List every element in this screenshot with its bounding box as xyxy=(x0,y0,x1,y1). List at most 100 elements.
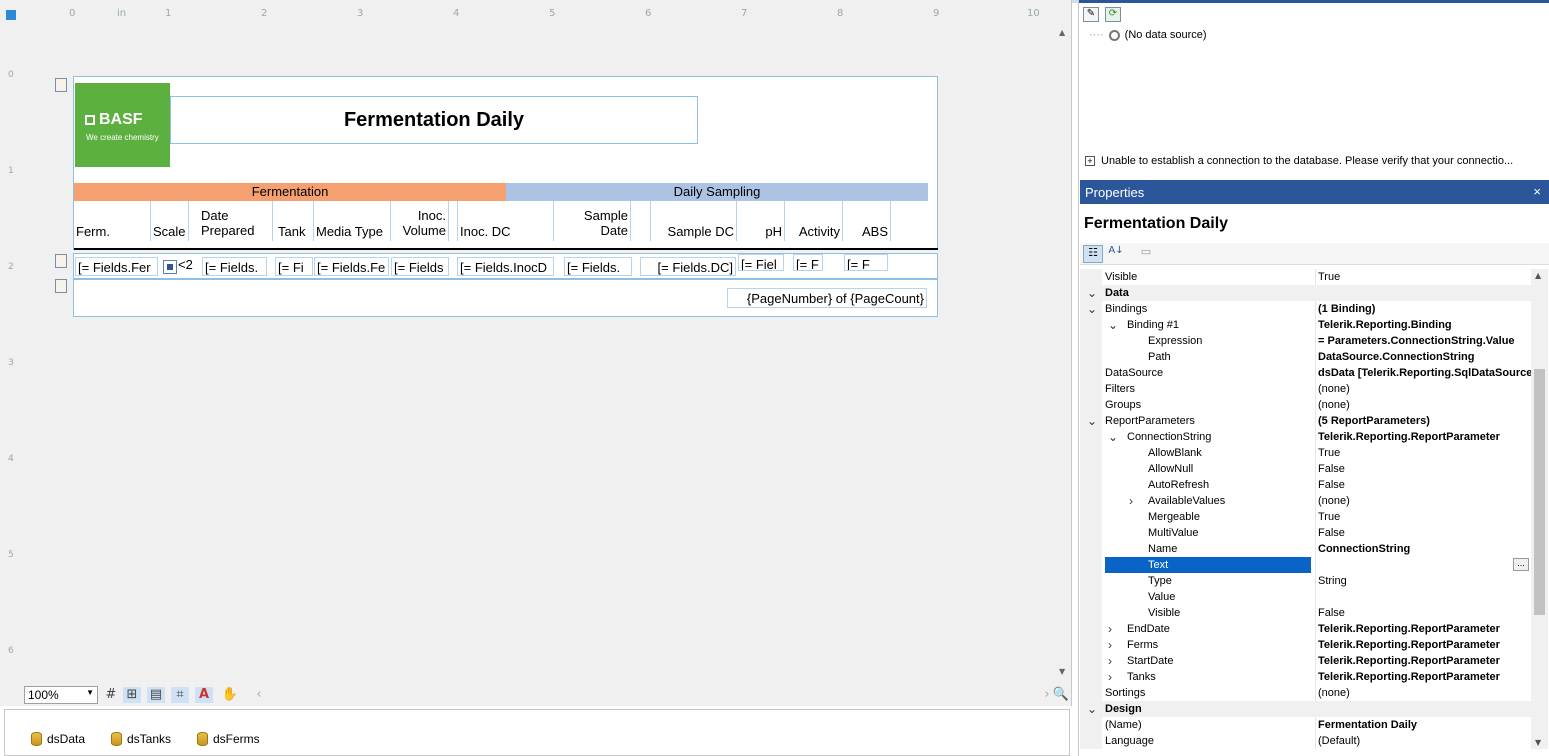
property-value[interactable]: True xyxy=(1315,509,1531,525)
property-value[interactable]: Telerik.Reporting.ReportParameter xyxy=(1315,429,1531,445)
property-row[interactable]: (Name) Fermentation Daily xyxy=(1080,717,1531,733)
property-row[interactable]: Language (Default) xyxy=(1080,733,1531,749)
grid-icon[interactable]: # xyxy=(102,687,120,703)
property-name[interactable]: ReportParameters xyxy=(1105,413,1311,429)
ellipsis-button[interactable]: ... xyxy=(1513,558,1529,571)
page-number-textbox[interactable]: {PageNumber} of {PageCount} xyxy=(727,288,927,308)
property-value[interactable]: True xyxy=(1315,445,1531,461)
column-header[interactable]: Scale xyxy=(151,201,189,241)
property-value[interactable]: DataSource.ConnectionString xyxy=(1315,349,1531,365)
detail-textbox[interactable]: <2 xyxy=(178,257,198,276)
property-row[interactable]: Binding #1 ⌄ Telerik.Reporting.Binding xyxy=(1080,317,1531,333)
page-header-section-icon[interactable] xyxy=(55,78,67,92)
design-canvas[interactable]: BASF We create chemistry Fermentation Da… xyxy=(22,26,1057,678)
column-header[interactable]: Date Prepared xyxy=(199,201,273,241)
property-name[interactable]: Value xyxy=(1105,589,1311,605)
property-row[interactable]: Text... xyxy=(1080,557,1531,573)
property-value[interactable]: Telerik.Reporting.ReportParameter xyxy=(1315,669,1531,685)
column-header[interactable]: ABS xyxy=(843,201,891,241)
snap-to-grid-icon[interactable]: ⊞ xyxy=(123,687,141,703)
property-name[interactable]: AutoRefresh xyxy=(1105,477,1311,493)
property-value[interactable] xyxy=(1315,557,1531,573)
checkbox-icon[interactable] xyxy=(163,260,177,274)
detail-textbox[interactable]: [= F xyxy=(793,254,823,271)
property-row[interactable]: AutoRefresh False xyxy=(1080,477,1531,493)
property-category[interactable]: Design ⌄ xyxy=(1080,701,1531,717)
property-pages-icon[interactable]: ▭ xyxy=(1136,245,1156,263)
property-value[interactable]: (none) xyxy=(1315,397,1531,413)
property-grid[interactable]: Visible True Data ⌄ Bindings ⌄ (1 Binding) Bind… xyxy=(1080,269,1531,749)
property-category[interactable]: Data ⌄ xyxy=(1080,285,1531,301)
collapse-chevron-icon[interactable]: ⌄ xyxy=(1108,429,1118,445)
property-value[interactable]: True xyxy=(1315,269,1531,285)
property-name[interactable]: Type xyxy=(1105,573,1311,589)
property-value[interactable]: (Default) xyxy=(1315,733,1531,749)
group-header-daily-sampling[interactable]: Daily Sampling xyxy=(506,183,928,201)
zoom-search-icon[interactable]: 🔍 xyxy=(1052,687,1070,703)
property-row[interactable]: Tanks › Telerik.Reporting.ReportParameter xyxy=(1080,669,1531,685)
property-row[interactable]: StartDate › Telerik.Reporting.ReportParame… xyxy=(1080,653,1531,669)
column-header[interactable]: Inoc. Volume xyxy=(391,201,449,241)
property-name[interactable]: Mergeable xyxy=(1105,509,1311,525)
detail-textbox[interactable]: [= Fields xyxy=(391,257,449,276)
datasource-item[interactable]: dsTanks xyxy=(111,732,171,746)
property-name[interactable]: Groups xyxy=(1105,397,1311,413)
property-row[interactable]: Ferms › Telerik.Reporting.ReportParameter xyxy=(1080,637,1531,653)
property-value[interactable]: (none) xyxy=(1315,493,1531,509)
categorized-icon[interactable]: ☷ xyxy=(1083,245,1103,263)
edit-expression-icon[interactable]: ✎ xyxy=(1083,7,1099,22)
property-name[interactable]: DataSource xyxy=(1105,365,1311,381)
property-row[interactable]: Groups (none) xyxy=(1080,397,1531,413)
connection-error-node[interactable]: + Unable to establish a connection to th… xyxy=(1085,155,1545,167)
column-header[interactable]: Inoc. DC xyxy=(457,201,554,241)
property-value[interactable]: Telerik.Reporting.ReportParameter xyxy=(1315,653,1531,669)
column-header[interactable]: Sample Date xyxy=(554,201,631,241)
property-name[interactable]: Path xyxy=(1105,349,1311,365)
scroll-down-icon[interactable]: ▼ xyxy=(1535,738,1541,747)
detail-textbox[interactable]: [= Fields.Fer xyxy=(75,257,158,276)
collapse-chevron-icon[interactable]: ⌄ xyxy=(1087,301,1097,317)
property-value[interactable]: (none) xyxy=(1315,685,1531,701)
refresh-icon[interactable]: ⟳ xyxy=(1105,7,1121,22)
property-value[interactable]: Fermentation Daily xyxy=(1315,717,1531,733)
detail-textbox[interactable]: [= Fields.DC] xyxy=(640,257,736,276)
column-header[interactable]: Activity xyxy=(785,201,843,241)
property-row[interactable]: Bindings ⌄ (1 Binding) xyxy=(1080,301,1531,317)
property-row[interactable]: Visible True xyxy=(1080,269,1531,285)
detail-section-icon[interactable] xyxy=(55,254,67,268)
property-name[interactable]: Name xyxy=(1105,541,1311,557)
font-tool-icon[interactable]: A xyxy=(195,687,213,703)
zoom-select[interactable]: 100% ▼ xyxy=(24,686,98,704)
scroll-up-icon[interactable]: ▲ xyxy=(1535,271,1541,280)
basf-logo[interactable]: BASF We create chemistry xyxy=(75,83,170,167)
detail-textbox[interactable]: [= Fields.InocD xyxy=(457,257,554,276)
property-row[interactable]: AllowNull False xyxy=(1080,461,1531,477)
detail-textbox[interactable]: [= Fi xyxy=(275,257,313,276)
property-name[interactable]: Sortings xyxy=(1105,685,1311,701)
property-row[interactable]: AllowBlank True xyxy=(1080,445,1531,461)
expand-plus-icon[interactable]: + xyxy=(1085,156,1095,166)
detail-textbox[interactable]: [= F xyxy=(844,254,888,271)
collapse-chevron-icon[interactable]: ⌄ xyxy=(1087,413,1097,429)
property-value[interactable]: Telerik.Reporting.ReportParameter xyxy=(1315,637,1531,653)
property-name[interactable]: Design xyxy=(1105,701,1311,717)
property-name[interactable]: AllowNull xyxy=(1105,461,1311,477)
property-name[interactable]: MultiValue xyxy=(1105,525,1311,541)
detail-textbox[interactable]: [= Fiel xyxy=(738,254,784,271)
property-name[interactable]: Visible xyxy=(1105,269,1311,285)
property-value[interactable]: Telerik.Reporting.ReportParameter xyxy=(1315,621,1531,637)
datasource-item[interactable]: dsFerms xyxy=(197,732,260,746)
property-value[interactable] xyxy=(1315,589,1531,605)
property-row[interactable]: Type String xyxy=(1080,573,1531,589)
property-value[interactable]: ConnectionString xyxy=(1315,541,1531,557)
property-row[interactable]: MultiValue False xyxy=(1080,525,1531,541)
scroll-left-icon[interactable]: ‹ xyxy=(250,687,268,703)
header-separator-line[interactable] xyxy=(74,248,938,250)
column-header[interactable]: Ferm. xyxy=(74,201,151,241)
property-value[interactable]: Telerik.Reporting.Binding xyxy=(1315,317,1531,333)
property-row[interactable]: ReportParameters ⌄ (5 ReportParameters) xyxy=(1080,413,1531,429)
datasource-item[interactable]: dsData xyxy=(31,732,85,746)
sort-alphabetical-icon[interactable]: A↓ xyxy=(1106,245,1126,263)
page-footer-section[interactable]: {PageNumber} of {PageCount} xyxy=(73,279,938,317)
property-value[interactable]: False xyxy=(1315,477,1531,493)
